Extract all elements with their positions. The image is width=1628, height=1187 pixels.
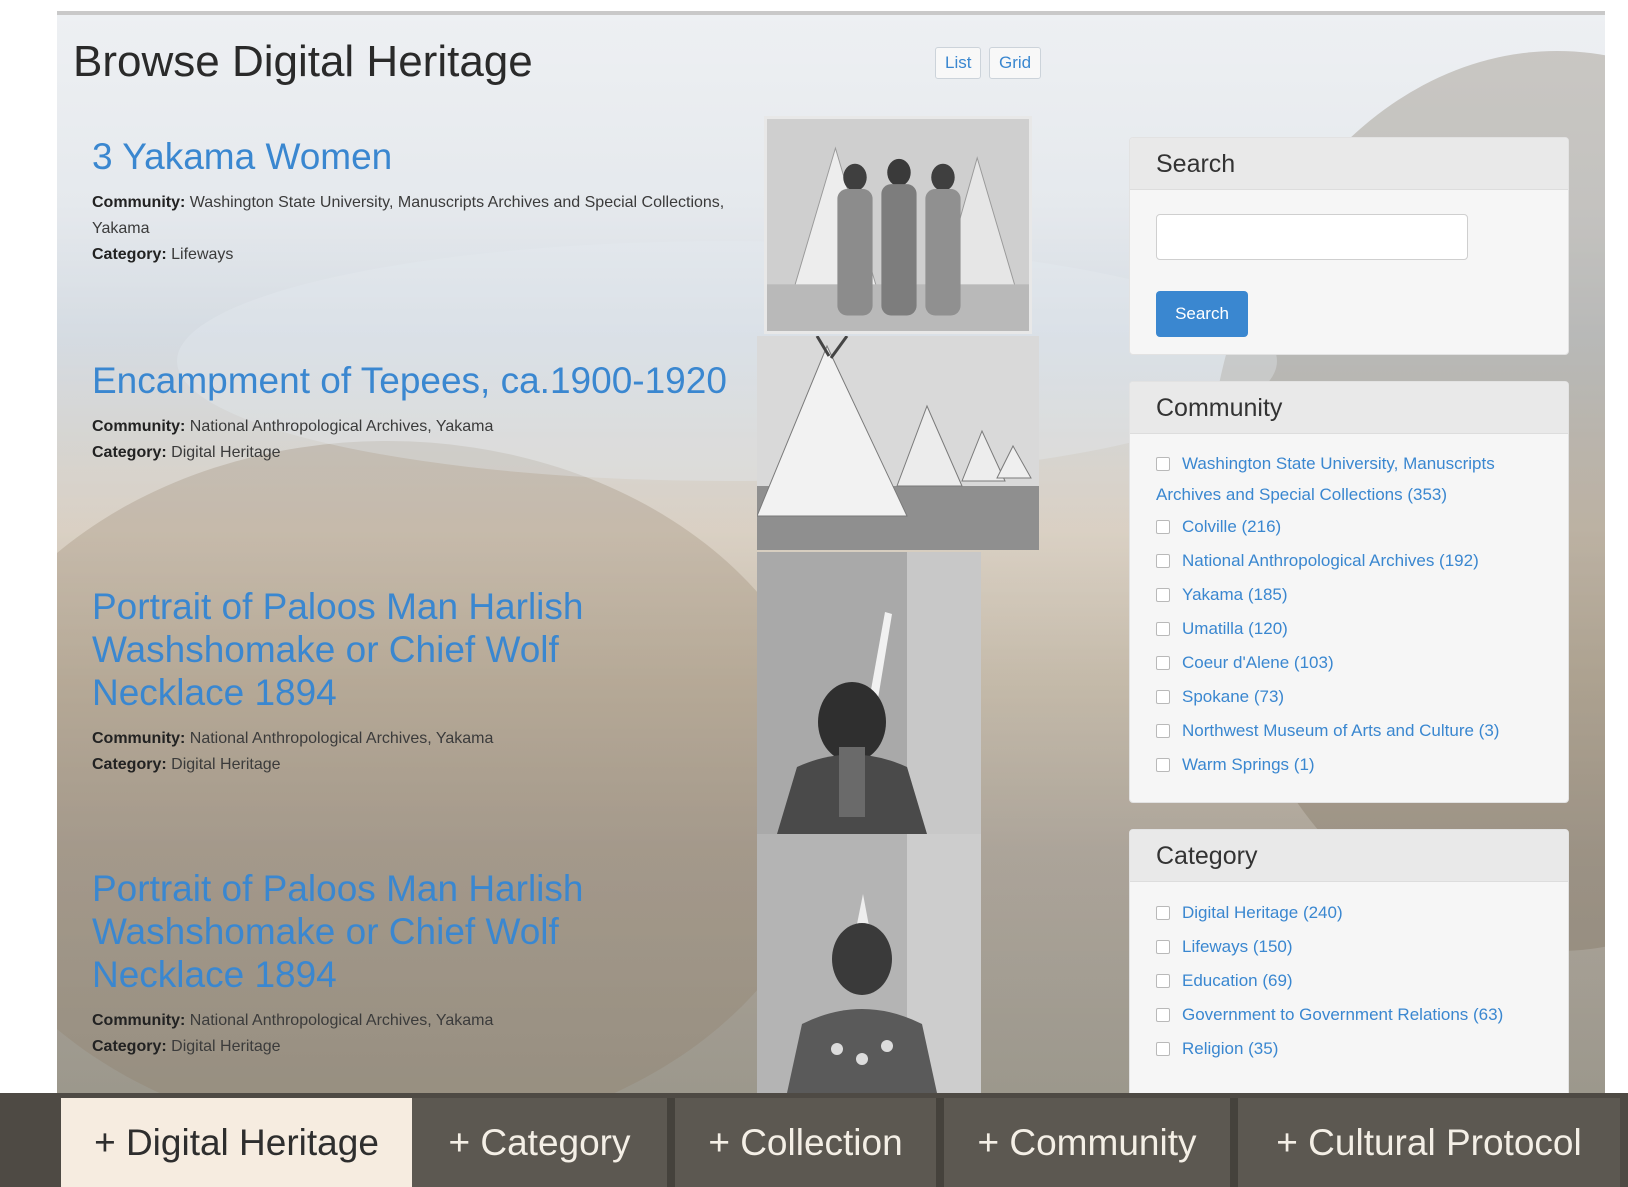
result-category: Category: Digital Heritage (92, 1034, 692, 1060)
thumbnail-chief-portrait-side[interactable] (757, 834, 981, 1093)
category-value: Digital Heritage (171, 444, 281, 461)
community-label: Community: (92, 1012, 186, 1029)
community-facet-option[interactable]: Yakama (185) (1156, 578, 1542, 612)
category-facet-option[interactable]: Digital Heritage (240) (1156, 896, 1542, 930)
community-facet-option[interactable]: Warm Springs (1) (1156, 748, 1542, 782)
result-item: Portrait of Paloos Man Harlish Washshoma… (92, 867, 692, 1060)
checkbox[interactable] (1156, 655, 1170, 670)
category-facet-panel: Category Digital Heritage (240) Lifeways… (1129, 829, 1569, 1093)
category-facet-option[interactable]: Religion (35) (1156, 1032, 1542, 1066)
search-input[interactable] (1156, 214, 1468, 260)
checkbox[interactable] (1156, 689, 1170, 704)
page-title: Browse Digital Heritage (73, 37, 533, 86)
category-label: Category: (92, 444, 167, 461)
checkbox[interactable] (1156, 905, 1170, 920)
category-facet-option[interactable]: Government to Government Relations (63) (1156, 998, 1542, 1032)
tab-category[interactable]: + Category (412, 1098, 667, 1187)
bottom-tab-bar: + Digital Heritage + Category + Collecti… (0, 1093, 1628, 1187)
result-community: Community: National Anthropological Arch… (92, 726, 692, 752)
community-label: Community: (92, 418, 186, 435)
community-facet-option[interactable]: Colville (216) (1156, 510, 1542, 544)
checkbox[interactable] (1156, 519, 1170, 534)
result-community: Community: National Anthropological Arch… (92, 1008, 692, 1034)
community-label: Community: (92, 730, 186, 747)
thumbnail-tepees[interactable] (757, 336, 1039, 550)
page-top-border (57, 11, 1605, 15)
community-facet-list: Washington State University, Manuscripts… (1130, 434, 1568, 782)
search-panel-heading: Search (1130, 138, 1568, 190)
community-facet-option[interactable]: Umatilla (120) (1156, 612, 1542, 646)
result-community: Community: Washington State University, … (92, 190, 732, 242)
community-value: Washington State University, Manuscripts… (92, 194, 725, 237)
community-value: National Anthropological Archives, Yakam… (189, 1012, 494, 1029)
result-category: Category: Lifeways (92, 242, 732, 268)
result-item: 3 Yakama Women Community: Washington Sta… (92, 135, 732, 268)
checkbox[interactable] (1156, 456, 1170, 471)
checkbox[interactable] (1156, 973, 1170, 988)
result-title-link[interactable]: Portrait of Paloos Man Harlish Washshoma… (92, 585, 692, 714)
checkbox[interactable] (1156, 723, 1170, 738)
checkbox[interactable] (1156, 1041, 1170, 1056)
search-button[interactable]: Search (1156, 291, 1248, 337)
result-community: Community: National Anthropological Arch… (92, 414, 732, 440)
tab-divider (1230, 1098, 1238, 1187)
thumbnail-three-women[interactable] (764, 116, 1032, 334)
browse-page: Browse Digital Heritage List Grid 3 Yaka… (57, 11, 1605, 1093)
category-label: Category: (92, 246, 167, 263)
community-facet-option[interactable]: Coeur d'Alene (103) (1156, 646, 1542, 680)
result-item: Encampment of Tepees, ca.1900-1920 Commu… (92, 359, 732, 466)
community-facet-option[interactable]: Northwest Museum of Arts and Culture (3) (1156, 714, 1542, 748)
category-value: Digital Heritage (171, 1038, 281, 1055)
tab-cultural-protocol[interactable]: + Cultural Protocol (1238, 1098, 1620, 1187)
category-value: Lifeways (171, 246, 234, 263)
community-label: Community: (92, 194, 186, 211)
result-title-link[interactable]: 3 Yakama Women (92, 135, 732, 178)
tab-collection[interactable]: + Collection (675, 1098, 936, 1187)
community-value: National Anthropological Archives, Yakam… (189, 730, 494, 747)
result-item: Portrait of Paloos Man Harlish Washshoma… (92, 585, 692, 778)
thumbnail-chief-portrait-back[interactable] (757, 552, 981, 834)
category-label: Category: (92, 756, 167, 773)
community-facet-option[interactable]: Washington State University, Manuscripts… (1156, 448, 1542, 510)
result-category: Category: Digital Heritage (92, 752, 692, 778)
result-title-link[interactable]: Encampment of Tepees, ca.1900-1920 (92, 359, 732, 402)
tab-divider (936, 1098, 944, 1187)
checkbox[interactable] (1156, 553, 1170, 568)
category-panel-heading: Category (1130, 830, 1568, 882)
checkbox[interactable] (1156, 621, 1170, 636)
checkbox[interactable] (1156, 939, 1170, 954)
checkbox[interactable] (1156, 757, 1170, 772)
screen: Browse Digital Heritage List Grid 3 Yaka… (0, 0, 1628, 1187)
result-title-link[interactable]: Portrait of Paloos Man Harlish Washshoma… (92, 867, 692, 996)
result-category: Category: Digital Heritage (92, 440, 732, 466)
community-panel-heading: Community (1130, 382, 1568, 434)
community-facet-option[interactable]: National Anthropological Archives (192) (1156, 544, 1542, 578)
tab-community[interactable]: + Community (944, 1098, 1230, 1187)
checkbox[interactable] (1156, 1007, 1170, 1022)
category-value: Digital Heritage (171, 756, 281, 773)
category-facet-option[interactable]: Lifeways (150) (1156, 930, 1542, 964)
grid-view-button[interactable]: Grid (989, 47, 1042, 79)
community-value: National Anthropological Archives, Yakam… (189, 418, 494, 435)
tab-divider (667, 1098, 675, 1187)
community-facet-option[interactable]: Spokane (73) (1156, 680, 1542, 714)
category-label: Category: (92, 1038, 167, 1055)
category-facet-option[interactable]: Education (69) (1156, 964, 1542, 998)
category-facet-list: Digital Heritage (240) Lifeways (150) Ed… (1130, 882, 1568, 1066)
list-view-button[interactable]: List (935, 47, 982, 79)
community-facet-panel: Community Washington State University, M… (1129, 381, 1569, 803)
tab-digital-heritage[interactable]: + Digital Heritage (61, 1098, 412, 1187)
search-panel: Search Search (1129, 137, 1569, 355)
checkbox[interactable] (1156, 587, 1170, 602)
